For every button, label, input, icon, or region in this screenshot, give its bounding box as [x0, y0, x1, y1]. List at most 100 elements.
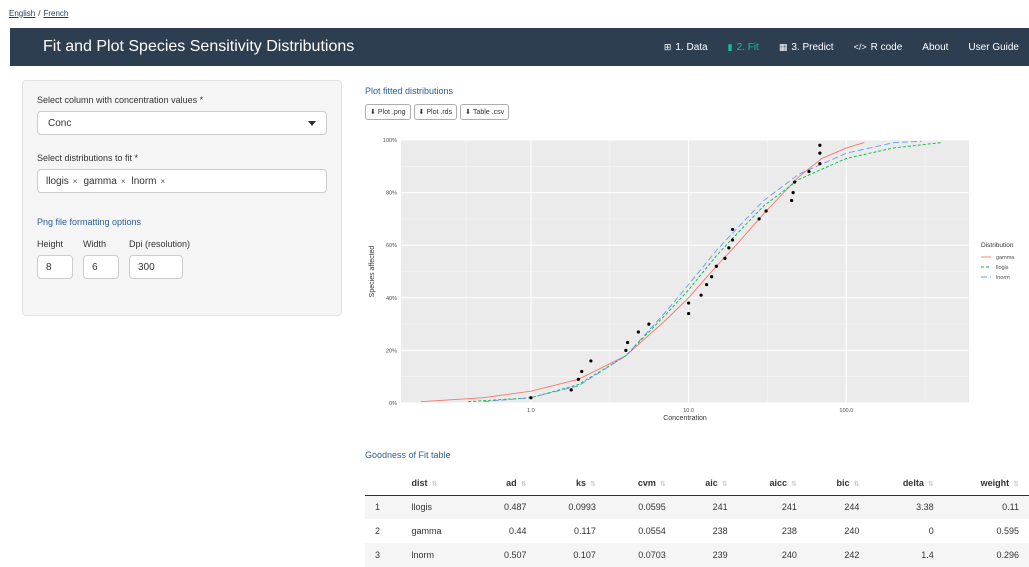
data-point	[730, 238, 735, 242]
data-point	[710, 275, 714, 279]
gof-header-label: aicc	[769, 477, 787, 488]
conc-column-select[interactable]: Conc	[37, 111, 327, 135]
gof-cell-index: 1	[365, 495, 402, 519]
dist-chip-label: gamma	[83, 175, 117, 187]
legend-title: Distribution	[981, 242, 1014, 249]
x-tick-label: 10.0	[683, 408, 694, 414]
data-point	[699, 293, 703, 297]
main-panel: Plot fitted distributions ⬇ Plot .png ⬇ …	[365, 86, 1029, 120]
gof-cell-bic: 240	[844, 526, 860, 536]
width-input[interactable]	[83, 255, 119, 279]
gof-header-index	[365, 471, 402, 496]
table-row[interactable]: 3 lnorm 0.507 0.107 0.0703 239 240 242 1.4 0.296	[365, 543, 1029, 567]
data-point	[792, 180, 797, 184]
gof-header-label: weight	[980, 477, 1010, 488]
ssd-chart-svg: 0% 20% 40% 60% 80% 100% 1.0 10.0 100.0 Concentrat…	[369, 138, 1015, 422]
data-point	[580, 369, 584, 374]
height-input[interactable]	[37, 255, 73, 279]
nav-item-label: 1. Data	[675, 41, 708, 53]
gof-header-label: cvm	[637, 477, 656, 488]
dpi-input[interactable]	[129, 255, 183, 279]
data-point	[589, 359, 593, 363]
gof-header-label: bic	[836, 477, 850, 488]
bar-chart-icon: ▮	[727, 41, 733, 52]
data-point	[791, 191, 795, 195]
nav-item-r-code[interactable]: </> R code	[844, 42, 913, 53]
download-icon: ⬇	[370, 109, 376, 116]
calculator-icon: ▦	[778, 41, 788, 52]
gof-header-weight[interactable]: weight ⇅	[943, 471, 1029, 496]
nav-menu: ⊞ 1. Data ▮ 2. Fit ▦ 3. Predict </> R code About…	[654, 28, 1029, 66]
dist-chip-lnorm: lnorm ×	[132, 176, 166, 187]
data-point	[529, 396, 533, 400]
dist-chip-gamma: gamma ×	[83, 176, 125, 187]
nav-item-label: User Guide	[968, 41, 1019, 53]
x-tick-label: 1.0	[527, 408, 535, 414]
nav-item-1-data[interactable]: ⊞ 1. Data	[654, 42, 718, 53]
gof-header-aic[interactable]: aic ⇅	[675, 471, 738, 496]
data-point	[636, 330, 640, 334]
legend-label-lnorm: lnorm	[996, 275, 1010, 281]
gof-header-ad[interactable]: ad ⇅	[474, 471, 537, 496]
gof-header-ks[interactable]: ks ⇅	[536, 471, 606, 496]
data-point	[624, 348, 628, 352]
nav-item-label: About	[922, 41, 949, 53]
nav-item-about[interactable]: About	[912, 42, 958, 53]
nav-item-user-guide[interactable]: User Guide	[958, 42, 1029, 53]
nav-item-label: 3. Predict	[791, 41, 834, 53]
download-plot-png-button[interactable]: ⬇ Plot .png	[365, 104, 411, 120]
gof-header-cvm[interactable]: cvm ⇅	[605, 471, 676, 496]
nav-item-3-predict[interactable]: ▦ 3. Predict	[769, 42, 844, 53]
nav-item-2-fit[interactable]: ▮ 2. Fit	[718, 42, 769, 53]
chevron-down-icon	[308, 120, 316, 126]
gof-header-aicc[interactable]: aicc ⇅	[737, 471, 807, 496]
code-icon: </>	[853, 42, 867, 52]
gof-header-label: ad	[506, 477, 517, 488]
download-plot-rds-button[interactable]: ⬇ Plot .rds	[413, 104, 458, 120]
download-plot-rds-label: Plot .rds	[426, 108, 453, 116]
close-icon[interactable]: ×	[73, 177, 78, 186]
data-point	[730, 227, 735, 232]
y-tick-label: 100%	[383, 138, 397, 144]
download-icon: ⬇	[418, 109, 425, 116]
sort-icon: ⇅	[659, 480, 666, 488]
data-point	[625, 340, 630, 345]
download-icon: ⬇	[465, 109, 471, 116]
data-point	[687, 301, 691, 305]
gof-cell-aicc: 241	[737, 495, 807, 519]
gof-header-dist[interactable]: dist ⇅	[401, 471, 475, 496]
table-row[interactable]: 2 gamma 0.44 0.117 0.0554 238 238 240 0 0.595	[365, 519, 1029, 543]
download-table-csv-button[interactable]: ⬇ Table .csv	[460, 104, 510, 120]
gof-cell-ks: 0.0993	[536, 495, 606, 519]
distributions-label: Select distributions to fit *	[37, 153, 139, 163]
y-tick-label: 40%	[386, 296, 397, 302]
nav-item-label: 2. Fit	[736, 41, 759, 53]
language-bar: English / French	[0, 0, 1029, 26]
data-point	[576, 377, 580, 381]
gof-cell-ks: 0.107	[536, 543, 606, 567]
gof-cell-index: 3	[365, 543, 402, 567]
gof-header-bic[interactable]: bic ⇅	[806, 471, 870, 496]
gof-cell-ad: 0.507	[474, 543, 537, 567]
table-row[interactable]: 1 llogis 0.487 0.0993 0.0595 241 241 244 3.38 0.1…	[365, 495, 1029, 519]
y-tick-label: 60%	[386, 243, 397, 249]
sort-icon: ⇅	[431, 480, 438, 488]
sort-icon: ⇅	[590, 480, 596, 488]
dpi-label: Dpi (resolution)	[129, 239, 191, 249]
french-link[interactable]: French	[43, 9, 68, 18]
sort-icon: ⇅	[520, 480, 527, 488]
dist-chip-llogis: llogis ×	[46, 176, 77, 187]
english-link[interactable]: English	[9, 9, 35, 18]
height-label: Height	[37, 239, 64, 249]
gof-cell-weight: 0.595	[996, 526, 1019, 536]
gof-header-label: aic	[705, 477, 718, 488]
gof-header-delta[interactable]: delta ⇅	[869, 471, 944, 496]
close-icon[interactable]: ×	[121, 177, 126, 186]
data-point	[818, 143, 822, 147]
sidebar-panel: Select column with concentration values …	[22, 80, 342, 316]
data-point	[757, 217, 761, 221]
close-icon[interactable]: ×	[161, 177, 166, 186]
gof-header-label: dist	[411, 477, 428, 488]
distributions-select[interactable]: llogis × gamma × lnorm ×	[37, 169, 327, 193]
language-separator: /	[38, 8, 41, 18]
